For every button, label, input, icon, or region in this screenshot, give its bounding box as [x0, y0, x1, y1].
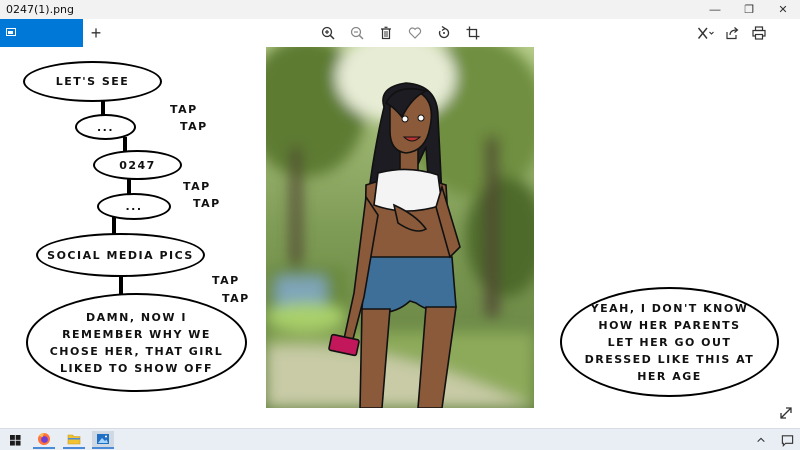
close-button[interactable]: ✕	[766, 0, 800, 19]
sound-effect-tap: TAP	[180, 120, 208, 133]
taskbar-file-explorer[interactable]	[63, 431, 85, 449]
fullscreen-button[interactable]	[778, 405, 794, 421]
sound-effect-tap: TAP	[212, 274, 240, 287]
zoom-out-button[interactable]	[347, 23, 367, 43]
windows-start-icon	[9, 434, 21, 446]
expand-icon	[780, 407, 792, 419]
add-tab-button[interactable]: +	[86, 21, 106, 45]
window-title: 0247(1).png	[6, 3, 75, 16]
title-bar: 0247(1).png — ❐ ✕	[0, 0, 800, 19]
action-center-button[interactable]	[776, 431, 798, 449]
sound-effect-tap: TAP	[183, 180, 211, 193]
speech-bubble-code: 0247	[93, 150, 182, 180]
favorite-icon	[408, 27, 422, 39]
print-icon	[752, 26, 766, 40]
speech-bubble-yeah: YEAH, I DON'T KNOW HOW HER PARENTS LET H…	[560, 287, 779, 397]
edit-icon	[697, 27, 714, 39]
crop-icon	[466, 26, 480, 40]
zoom-in-button[interactable]	[318, 23, 338, 43]
delete-icon	[381, 26, 391, 40]
image-icon	[6, 28, 16, 36]
firefox-icon	[38, 433, 50, 445]
share-icon	[726, 27, 739, 40]
notification-icon	[781, 434, 793, 447]
start-button[interactable]	[4, 431, 26, 449]
photos-icon	[97, 434, 109, 444]
comic-illustration	[266, 47, 534, 408]
crop-button[interactable]	[463, 23, 483, 43]
show-hidden-icons-button[interactable]	[750, 431, 772, 449]
speech-bubble-lets-see: LET'S SEE	[23, 61, 162, 102]
rotate-button[interactable]	[434, 23, 454, 43]
taskbar-photos[interactable]	[92, 431, 114, 449]
rotate-icon	[438, 26, 450, 39]
delete-button[interactable]	[376, 23, 396, 43]
taskbar	[0, 428, 800, 450]
speech-bubble-damn: DAMN, NOW I REMEMBER WHY WE CHOSE HER, T…	[26, 293, 247, 392]
sound-effect-tap: TAP	[170, 103, 198, 116]
file-explorer-icon	[67, 434, 81, 445]
toolbar: +	[0, 19, 800, 47]
image-tab[interactable]	[0, 19, 83, 47]
image-canvas[interactable]: LET'S SEE ... 0247 ... SOCIAL MEDIA PICS…	[0, 47, 800, 428]
taskbar-firefox[interactable]	[33, 431, 55, 449]
sound-effect-tap: TAP	[193, 197, 221, 210]
speech-bubble-dots: ...	[97, 193, 171, 220]
chevron-up-icon	[757, 437, 765, 443]
minimize-button[interactable]: —	[698, 0, 732, 19]
zoom-out-icon	[350, 26, 364, 40]
favorite-button[interactable]	[405, 23, 425, 43]
speech-bubble-dots: ...	[75, 114, 136, 140]
sound-effect-tap: TAP	[222, 292, 250, 305]
share-button[interactable]	[722, 23, 742, 43]
restore-button[interactable]: ❐	[732, 0, 766, 19]
zoom-in-icon	[321, 26, 335, 40]
edit-create-button[interactable]	[693, 23, 719, 43]
print-button[interactable]	[749, 23, 769, 43]
speech-bubble-social: SOCIAL MEDIA PICS	[36, 233, 205, 277]
